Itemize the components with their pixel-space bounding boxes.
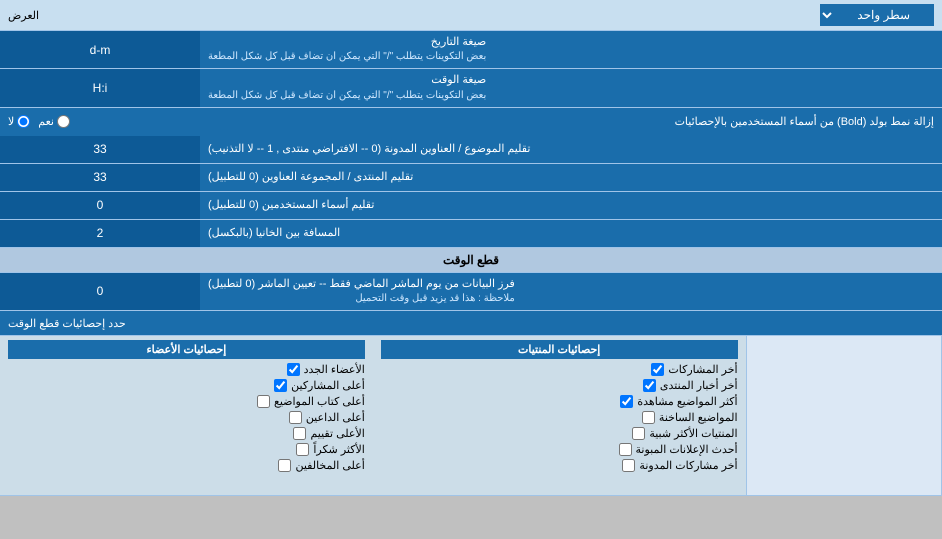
sort-topics-label: تقليم الموضوع / العناوين المدونة (0 -- ا… <box>208 142 530 157</box>
cut-time-header: قطع الوقت <box>0 248 942 273</box>
limit-row: حدد إحصائيات قطع الوقت <box>0 311 942 336</box>
checkbox-item: أعلى المشاركين <box>8 379 365 392</box>
checkbox-item: أحدث الإعلانات المبونة <box>381 443 738 456</box>
cut-time-row: فرز البيانات من يوم الماشر الماضي فقط --… <box>0 273 942 311</box>
sort-topics-input[interactable]: 33 <box>6 142 194 156</box>
cb-new-members[interactable] <box>287 363 300 376</box>
checkbox-grid: إحصائيات المنتيات أخر المشاركات أخر أخبا… <box>0 336 942 496</box>
checkbox-col-empty <box>747 336 942 495</box>
checkbox-col-forums: إحصائيات المنتيات أخر المشاركات أخر أخبا… <box>373 336 747 495</box>
cb-top-posters[interactable] <box>274 379 287 392</box>
checkbox-col-members: إحصائيات الأعضاء الأعضاء الجدد أعلى المش… <box>0 336 373 495</box>
cb-forum-news[interactable] <box>643 379 656 392</box>
time-format-label: صيغة الوقت <box>208 73 486 88</box>
time-format-row: صيغة الوقت بعض التكوينات يتطلب "/" التي … <box>0 69 942 107</box>
sort-forum-label: تقليم المنتدى / المجموعة العناوين (0 للت… <box>208 170 413 185</box>
bold-remove-row: إزالة نمط بولد (Bold) من أسماء المستخدمي… <box>0 108 942 136</box>
cb-most-similar[interactable] <box>632 427 645 440</box>
checkbox-item: أعلى المخالفين <box>8 459 365 472</box>
date-format-sublabel: بعض التكوينات يتطلب "/" التي يمكن ان تضا… <box>208 50 486 64</box>
cb-top-inviters[interactable] <box>289 411 302 424</box>
space-between-label: المسافة بين الخانيا (بالبكسل) <box>208 226 340 241</box>
sort-users-label: تقليم أسماء المستخدمين (0 للتطبيل) <box>208 198 374 213</box>
cb-top-rated[interactable] <box>293 427 306 440</box>
cb-last-posts[interactable] <box>651 363 664 376</box>
space-between-input[interactable]: 2 <box>6 226 194 240</box>
col-forums-header: إحصائيات المنتيات <box>381 340 738 359</box>
sort-forum-row: تقليم المنتدى / المجموعة العناوين (0 للت… <box>0 164 942 192</box>
limit-label: حدد إحصائيات قطع الوقت <box>8 317 126 330</box>
radio-no-label[interactable]: لا <box>8 115 30 128</box>
date-format-label: صيغة التاريخ <box>208 35 486 50</box>
cb-top-topic-writers[interactable] <box>257 395 270 408</box>
sort-forum-input[interactable]: 33 <box>6 170 194 184</box>
time-format-input[interactable]: H:i <box>6 81 194 95</box>
space-between-row: المسافة بين الخانيا (بالبكسل) 2 <box>0 220 942 248</box>
checkbox-item: أكثر المواضيع مشاهدة <box>381 395 738 408</box>
cb-most-viewed[interactable] <box>620 395 633 408</box>
col-members-header: إحصائيات الأعضاء <box>8 340 365 359</box>
checkbox-item: أعلى الداعين <box>8 411 365 424</box>
checkbox-item: أخر المشاركات <box>381 363 738 376</box>
cb-latest-announcements[interactable] <box>619 443 632 456</box>
cut-time-input[interactable]: 0 <box>6 284 194 298</box>
cb-top-violators[interactable] <box>278 459 291 472</box>
cut-time-sublabel: ملاحظة : هذا قد يزيد قبل وقت التحميل <box>208 292 515 306</box>
checkbox-item: أخر مشاركات المدونة <box>381 459 738 472</box>
checkbox-item: المواضيع الساخنة <box>381 411 738 424</box>
checkbox-item: المنتيات الأكثر شبية <box>381 427 738 440</box>
time-format-sublabel: بعض التكوينات يتطلب "/" التي يمكن ان تضا… <box>208 89 486 103</box>
sort-users-input[interactable]: 0 <box>6 198 194 212</box>
checkbox-item: الأعضاء الجدد <box>8 363 365 376</box>
sort-topics-row: تقليم الموضوع / العناوين المدونة (0 -- ا… <box>0 136 942 164</box>
checkbox-item: الأعلى تقييم <box>8 427 365 440</box>
date-format-row: صيغة التاريخ بعض التكوينات يتطلب "/" الت… <box>0 31 942 69</box>
bold-remove-label: إزالة نمط بولد (Bold) من أسماء المستخدمي… <box>80 115 934 128</box>
checkbox-item: الأكثر شكراً <box>8 443 365 456</box>
display-label: العرض <box>8 9 39 22</box>
cb-blog-posts[interactable] <box>622 459 635 472</box>
cut-time-label: فرز البيانات من يوم الماشر الماضي فقط --… <box>208 277 515 292</box>
checkbox-item: أخر أخبار المنتدى <box>381 379 738 392</box>
cb-most-thanked[interactable] <box>296 443 309 456</box>
radio-yes-label[interactable]: نعم <box>38 115 70 128</box>
cb-hot-topics[interactable] <box>642 411 655 424</box>
checkbox-item: أعلى كتاب المواضيع <box>8 395 365 408</box>
display-select[interactable]: سطر واحد سطران ثلاثة أسطر <box>820 4 934 26</box>
date-format-input[interactable]: d-m <box>6 43 194 57</box>
radio-no[interactable] <box>17 115 30 128</box>
radio-yes[interactable] <box>57 115 70 128</box>
sort-users-row: تقليم أسماء المستخدمين (0 للتطبيل) 0 <box>0 192 942 220</box>
